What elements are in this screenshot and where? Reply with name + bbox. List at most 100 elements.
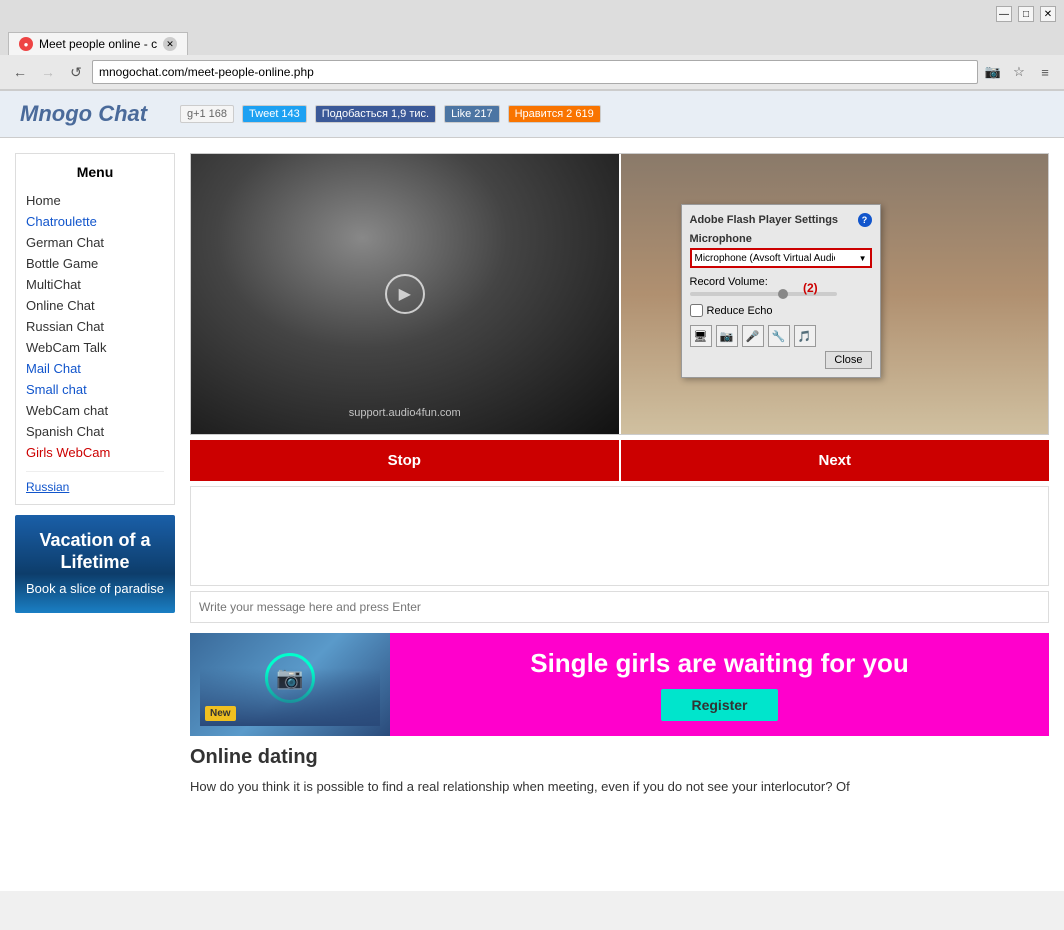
star-icon[interactable]: ☆ — [1008, 61, 1030, 83]
flash-icon-monitor[interactable]: 🖥 — [690, 325, 712, 347]
banner-new-badge: New — [205, 706, 236, 721]
forward-button[interactable]: → — [36, 60, 60, 84]
facebook-button[interactable]: Подобасться 1,9 тис. — [315, 105, 436, 123]
flash-help-button[interactable]: ? — [858, 213, 872, 227]
sidebar-ad[interactable]: Vacation of a Lifetime Book a slice of p… — [15, 515, 175, 613]
address-bar[interactable] — [92, 60, 978, 84]
tab-close-button[interactable]: ✕ — [163, 37, 177, 51]
video-play-icon: ▶ — [385, 274, 425, 314]
sidebar-item-mail-chat[interactable]: Mail Chat — [26, 358, 164, 379]
flash-reduce-echo-label: Reduce Echo — [707, 305, 773, 317]
flash-slider-thumb[interactable]: (2) — [778, 289, 788, 299]
video-left-bg: ▶ support.audio4fun.com — [191, 154, 619, 434]
video-watermark: support.audio4fun.com — [349, 407, 461, 419]
banner-ad[interactable]: 📷 New Single girls are waiting for you R… — [190, 633, 1049, 736]
flash-slider-annotation: (2) — [803, 281, 818, 295]
sidebar-item-home[interactable]: Home — [26, 190, 164, 211]
gplus-count: 168 — [209, 108, 227, 120]
sidebar-item-small-chat[interactable]: Small chat — [26, 379, 164, 400]
sidebar-menu: Menu Home Chatroulette German Chat Bottl… — [15, 153, 175, 505]
main-layout: Menu Home Chatroulette German Chat Bottl… — [0, 138, 1064, 822]
browser-window-controls: — □ ✕ — [996, 6, 1056, 22]
page-wrapper: Mnogo Chat g+1 168 Tweet 143 Подобасться… — [0, 91, 1064, 891]
article-title: Online dating — [190, 746, 1049, 769]
ok-button[interactable]: Нравится 2 619 — [508, 105, 601, 123]
video-container: ▶ support.audio4fun.com Adobe Flash Play… — [190, 153, 1049, 435]
sidebar-item-girls-webcam[interactable]: Girls WebCam — [26, 442, 164, 463]
sidebar-item-online-chat[interactable]: Online Chat — [26, 295, 164, 316]
vk-count: 217 — [474, 108, 492, 120]
tab-favicon: ● — [19, 37, 33, 51]
flash-icon-mic[interactable]: 🎤 — [742, 325, 764, 347]
video-left: ▶ support.audio4fun.com — [191, 154, 619, 434]
flash-close-button[interactable]: Close — [825, 351, 871, 369]
sidebar-item-german-chat[interactable]: German Chat — [26, 232, 164, 253]
stop-button[interactable]: Stop — [190, 440, 619, 481]
site-logo: Mnogo Chat — [20, 101, 160, 127]
browser-titlebar: — □ ✕ — [0, 0, 1064, 28]
article-section: Online dating How do you think it is pos… — [190, 736, 1049, 807]
sidebar-item-webcam-talk[interactable]: WebCam Talk — [26, 337, 164, 358]
twitter-button[interactable]: Tweet 143 — [242, 105, 307, 123]
nav-right-buttons: 📷 ☆ ≡ — [982, 61, 1056, 83]
article-text: How do you think it is possible to find … — [190, 777, 1049, 797]
flash-microphone-dropdown[interactable]: Microphone (Avsoft Virtual Audio Dev ▼ — [690, 248, 872, 268]
browser-tab-bar: ● Meet people online - c ✕ — [0, 28, 1064, 55]
gplus-label: g+1 — [187, 108, 206, 120]
chat-area — [190, 486, 1049, 586]
video-right: Adobe Flash Player Settings ? Microphone… — [621, 154, 1049, 434]
browser-nav: ← → ↺ 📷 ☆ ≡ — [0, 55, 1064, 90]
twitter-count: 143 — [281, 108, 299, 120]
chat-input[interactable] — [190, 591, 1049, 623]
vk-button[interactable]: Like 217 — [444, 105, 500, 123]
close-button[interactable]: ✕ — [1040, 6, 1056, 22]
sidebar-ad-title: Vacation of a Lifetime — [25, 530, 165, 573]
sidebar-divider — [26, 471, 164, 472]
back-button[interactable]: ← — [8, 60, 32, 84]
sidebar-item-chatroulette[interactable]: Chatroulette — [26, 211, 164, 232]
facebook-count: 1,9 тис. — [391, 108, 429, 120]
browser-chrome: — □ ✕ ● Meet people online - c ✕ ← → ↺ 📷… — [0, 0, 1064, 91]
maximize-button[interactable]: □ — [1018, 6, 1034, 22]
browser-tab[interactable]: ● Meet people online - c ✕ — [8, 32, 188, 55]
sidebar-item-webcam-chat[interactable]: WebCam chat — [26, 400, 164, 421]
sidebar-item-bottle-game[interactable]: Bottle Game — [26, 253, 164, 274]
ok-label: Нравится — [515, 108, 564, 120]
sidebar-lang-link[interactable]: Russian — [26, 480, 164, 494]
social-buttons: g+1 168 Tweet 143 Подобасться 1,9 тис. L… — [180, 105, 601, 123]
site-header: Mnogo Chat g+1 168 Tweet 143 Подобасться… — [0, 91, 1064, 138]
sidebar-item-russian-chat[interactable]: Russian Chat — [26, 316, 164, 337]
sidebar-item-multichat[interactable]: MultiChat — [26, 274, 164, 295]
flash-icons-row: 🖥 📷 🎤 🔧 🎵 — [690, 325, 872, 347]
flash-icon-camera[interactable]: 📷 — [716, 325, 738, 347]
flash-reduce-echo-row: Reduce Echo — [690, 304, 872, 317]
sidebar-ad-subtitle: Book a slice of paradise — [25, 581, 165, 598]
menu-icon[interactable]: ≡ — [1034, 61, 1056, 83]
flash-record-label: Record Volume: — [690, 276, 872, 288]
gplus-button[interactable]: g+1 168 — [180, 105, 234, 123]
sidebar: Menu Home Chatroulette German Chat Bottl… — [15, 153, 175, 807]
ok-count: 2 619 — [566, 108, 594, 120]
twitter-label: Tweet — [249, 108, 278, 120]
flash-dropdown-arrow: ▼ — [859, 254, 867, 263]
main-content: ▶ support.audio4fun.com Adobe Flash Play… — [190, 153, 1049, 807]
minimize-button[interactable]: — — [996, 6, 1012, 22]
video-icon[interactable]: 📷 — [982, 61, 1004, 83]
flash-icon-settings[interactable]: 🔧 — [768, 325, 790, 347]
flash-volume-slider[interactable]: (2) — [690, 292, 837, 296]
action-buttons: Stop Next — [190, 440, 1049, 481]
banner-headline: Single girls are waiting for you — [530, 648, 909, 679]
sidebar-item-spanish-chat[interactable]: Spanish Chat — [26, 421, 164, 442]
next-button[interactable]: Next — [621, 440, 1050, 481]
flash-icon-audio[interactable]: 🎵 — [794, 325, 816, 347]
vk-label: Like — [451, 108, 471, 120]
flash-reduce-echo-checkbox[interactable] — [690, 304, 703, 317]
flash-dialog-title: Adobe Flash Player Settings ? — [690, 213, 872, 227]
banner-register-button[interactable]: Register — [661, 689, 777, 721]
reload-button[interactable]: ↺ — [64, 60, 88, 84]
tab-title: Meet people online - c — [39, 37, 157, 51]
flash-settings-dialog: Adobe Flash Player Settings ? Microphone… — [681, 204, 881, 378]
banner-ad-text: Single girls are waiting for you Registe… — [390, 633, 1049, 736]
flash-dropdown-value: Microphone (Avsoft Virtual Audio Dev — [695, 253, 835, 264]
sidebar-title: Menu — [26, 164, 164, 180]
